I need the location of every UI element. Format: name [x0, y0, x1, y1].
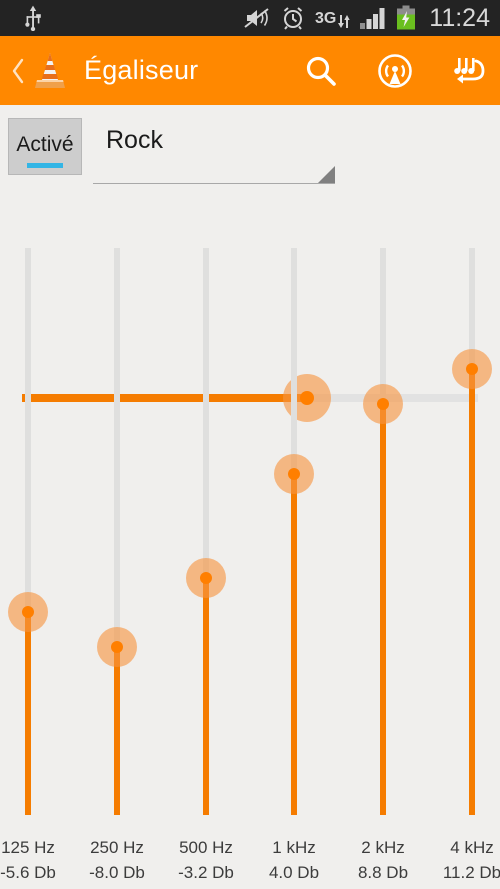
back-chevron-icon[interactable]	[8, 56, 28, 86]
band-slider-thumb-dot	[22, 606, 34, 618]
band-slider-fill	[25, 612, 31, 815]
status-bar-left-icons	[22, 0, 44, 36]
dropdown-caret-icon[interactable]	[318, 166, 335, 183]
band-frequency-label: 125 Hz	[1, 838, 55, 857]
signal-bars-icon	[360, 8, 385, 29]
band-slider-fill	[114, 647, 120, 815]
mute-vibrate-icon	[244, 8, 269, 28]
band-slider-fill	[469, 369, 475, 815]
band-slider-thumb-dot	[466, 363, 478, 375]
band-slider-fill	[203, 578, 209, 815]
search-icon[interactable]	[302, 52, 340, 90]
band-slider-thumb-dot	[111, 641, 123, 653]
enable-equalizer-label: Activé	[16, 132, 74, 156]
band-slider-fill	[380, 404, 386, 815]
band-slider[interactable]: 1 kHz 4.0 Db	[249, 240, 339, 889]
enable-equalizer-toggle[interactable]: Activé	[8, 118, 82, 175]
status-bar: 3G 11:24	[0, 0, 500, 36]
app-bar-actions	[302, 36, 488, 105]
horizontal-scrollbar-track[interactable]	[0, 877, 500, 884]
vlc-cone-icon[interactable]	[30, 50, 70, 92]
preset-spinner-underline	[93, 183, 335, 184]
band-slider-thumb-dot	[377, 398, 389, 410]
alarm-clock-icon	[283, 7, 303, 30]
band-slider[interactable]: 500 Hz -3.2 Db	[161, 240, 251, 889]
network-3g-label: 3G	[314, 9, 337, 27]
cast-renderer-icon[interactable]	[376, 52, 414, 90]
band-frequency-label: 1 kHz	[272, 838, 316, 857]
band-slider[interactable]: 2 kHz 8.8 Db	[338, 240, 428, 889]
band-frequency-label: 4 kHz	[450, 838, 494, 857]
band-frequency-label: 250 Hz	[90, 838, 144, 857]
enable-toggle-indicator	[27, 163, 63, 168]
network-3g-icon: 3G	[315, 5, 350, 31]
band-slider[interactable]: 4 kHz 11.2 Db	[427, 240, 500, 889]
preset-spinner[interactable]: Rock	[93, 126, 335, 184]
band-slider[interactable]: 125 Hz -5.6 Db	[0, 240, 73, 889]
app-bar: Égaliseur	[0, 36, 500, 105]
app-screen: 3G 11:24 Égaliseur Activé Rock 125 Hz -5…	[0, 0, 500, 889]
band-frequency-label: 2 kHz	[361, 838, 405, 857]
usb-icon	[25, 5, 41, 31]
preamp-slider[interactable]	[0, 190, 500, 422]
band-slider-fill	[291, 474, 297, 815]
app-bar-home-button[interactable]: Égaliseur	[8, 36, 198, 105]
page-title: Égaliseur	[84, 55, 199, 85]
band-frequency-label: 500 Hz	[179, 838, 233, 857]
status-bar-clock: 11:24	[429, 3, 490, 32]
status-bar-right-icons: 3G 11:24	[243, 0, 490, 36]
preset-spinner-value: Rock	[106, 126, 163, 154]
equalizer-band-sliders: 125 Hz -5.6 Db 250 Hz -8.0 Db 500 Hz -3.2 Db 1…	[0, 240, 500, 889]
band-slider[interactable]: 250 Hz -8.0 Db	[72, 240, 162, 889]
band-slider-thumb-dot	[200, 572, 212, 584]
playlist-icon[interactable]	[450, 52, 488, 90]
battery-charging-icon	[397, 5, 416, 30]
band-slider-thumb-dot	[288, 468, 300, 480]
